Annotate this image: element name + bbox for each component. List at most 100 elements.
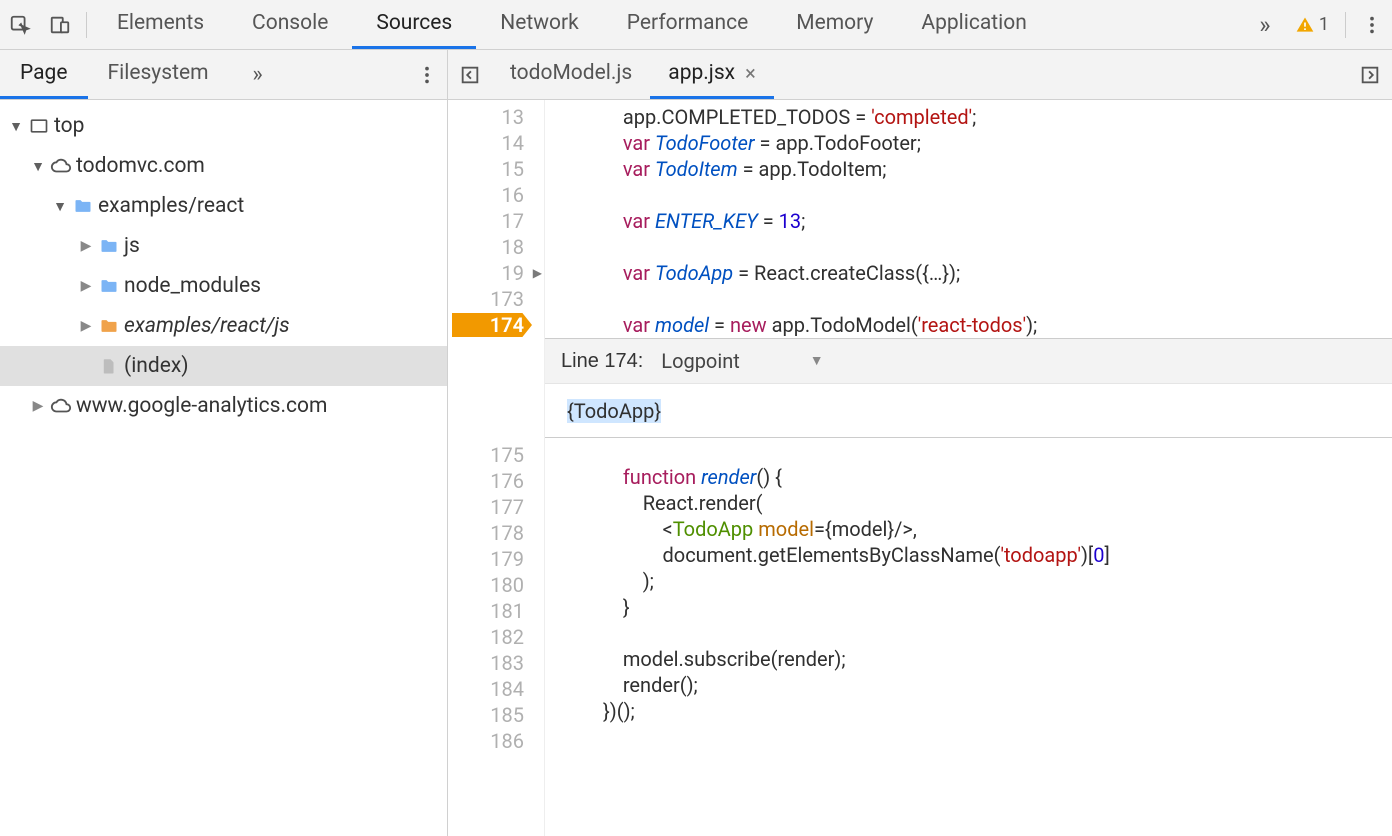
tree-label: (index) — [122, 354, 189, 378]
code-line[interactable]: <TodoApp model={model}/>, — [545, 516, 1392, 542]
line-number[interactable]: 17 — [448, 208, 524, 234]
code-line[interactable]: var TodoItem = app.TodoItem; — [545, 156, 1392, 182]
line-number[interactable]: 178 — [448, 520, 524, 546]
kebab-menu-icon[interactable] — [1352, 0, 1392, 49]
code-line[interactable] — [545, 234, 1392, 260]
code-line[interactable]: var model = new app.TodoModel('react-tod… — [545, 312, 1392, 338]
panel-tab-sources[interactable]: Sources — [352, 0, 476, 49]
code-area[interactable]: app.COMPLETED_TODOS = 'completed'; var T… — [544, 100, 1392, 836]
panel-tab-application[interactable]: Application — [897, 0, 1050, 49]
toggle-debugger-icon[interactable] — [1348, 50, 1392, 99]
line-number[interactable]: 18 — [448, 234, 524, 260]
line-number[interactable]: 14 — [448, 130, 524, 156]
code-line[interactable]: var ENTER_KEY = 13; — [545, 208, 1392, 234]
code-line[interactable] — [545, 620, 1392, 646]
more-tabs-icon[interactable]: » — [1245, 0, 1285, 49]
toggle-device-toolbar-icon[interactable] — [40, 0, 80, 49]
line-number[interactable]: 15 — [448, 156, 524, 182]
line-number[interactable]: 182 — [448, 624, 524, 650]
line-number[interactable]: 173 — [448, 286, 524, 312]
line-number[interactable]: 179 — [448, 546, 524, 572]
panel-tab-performance[interactable]: Performance — [603, 0, 772, 49]
breakpoint-marker[interactable]: 174 — [448, 312, 524, 338]
code-line[interactable] — [545, 286, 1392, 312]
panel-tab-console[interactable]: Console — [228, 0, 352, 49]
nav-tab-filesystem[interactable]: Filesystem — [88, 50, 229, 99]
fold-icon[interactable]: ▶ — [533, 260, 542, 286]
file-tab-label: todoModel.js — [510, 61, 632, 85]
folder-icon — [96, 276, 122, 296]
tree-label: examples/react — [96, 194, 244, 218]
code-editor[interactable]: 13141516171819▶1731741751761771781791801… — [448, 100, 1392, 836]
code-line[interactable]: var TodoFooter = app.TodoFooter; — [545, 130, 1392, 156]
file-tab[interactable]: app.jsx× — [650, 50, 774, 99]
tree-label: todomvc.com — [74, 154, 205, 178]
code-line[interactable]: var TodoApp = React.createClass({…}); — [545, 260, 1392, 286]
breakpoint-type-dropdown[interactable]: Logpoint ▼ — [661, 348, 823, 374]
navigator-tabs: PageFilesystem » — [0, 50, 447, 100]
line-number[interactable]: 177 — [448, 494, 524, 520]
code-line[interactable] — [545, 182, 1392, 208]
cloud-icon — [48, 395, 74, 417]
tree-row-folder[interactable]: ▶ examples/react/js — [0, 306, 447, 346]
tree-label: top — [52, 114, 84, 138]
line-number[interactable]: 184 — [448, 676, 524, 702]
panel-tab-network[interactable]: Network — [476, 0, 603, 49]
code-line[interactable]: })(); — [545, 698, 1392, 724]
navigator-panel: PageFilesystem » ▼ top ▼ todomvc.com ▼ e… — [0, 50, 448, 836]
panel-tab-memory[interactable]: Memory — [772, 0, 897, 49]
tree-row-file[interactable]: (index) — [0, 346, 447, 386]
line-number[interactable]: 19▶ — [448, 260, 524, 286]
logpoint-line-label: Line 174: — [561, 348, 643, 374]
dropdown-label: Logpoint — [661, 348, 740, 374]
tree-row-folder[interactable]: ▶ node_modules — [0, 266, 447, 306]
code-line[interactable]: app.COMPLETED_TODOS = 'completed'; — [545, 104, 1392, 130]
tree-label: node_modules — [122, 274, 261, 298]
line-number[interactable]: 183 — [448, 650, 524, 676]
folder-icon — [96, 236, 122, 256]
file-tree[interactable]: ▼ top ▼ todomvc.com ▼ examples/react ▶ j… — [0, 100, 447, 836]
logpoint-expression-input[interactable]: {TodoApp} — [561, 395, 667, 427]
file-nav-icon[interactable] — [448, 50, 492, 99]
line-number[interactable]: 185 — [448, 702, 524, 728]
nav-tab-page[interactable]: Page — [0, 50, 88, 99]
line-gutter[interactable]: 13141516171819▶1731741751761771781791801… — [448, 100, 544, 836]
line-number[interactable]: 13 — [448, 104, 524, 130]
code-line[interactable]: ); — [545, 568, 1392, 594]
code-line[interactable] — [545, 438, 1392, 464]
line-number[interactable]: 186 — [448, 728, 524, 754]
tree-row-folder[interactable]: ▼ examples/react — [0, 186, 447, 226]
editor-tabs: todoModel.js app.jsx× — [448, 50, 1392, 100]
navigator-menu-icon[interactable] — [407, 50, 447, 99]
file-tab[interactable]: todoModel.js — [492, 50, 650, 99]
main-split: PageFilesystem » ▼ top ▼ todomvc.com ▼ e… — [0, 50, 1392, 836]
tree-row-folder[interactable]: ▶ js — [0, 226, 447, 266]
divider — [86, 12, 87, 38]
code-line[interactable]: model.subscribe(render); — [545, 646, 1392, 672]
line-number[interactable]: 175 — [448, 442, 524, 468]
warnings-badge[interactable]: 1 — [1285, 0, 1339, 49]
line-number[interactable]: 180 — [448, 572, 524, 598]
line-number[interactable]: 176 — [448, 468, 524, 494]
code-line[interactable]: render(); — [545, 672, 1392, 698]
tree-row-top[interactable]: ▼ top — [0, 106, 447, 146]
code-line[interactable]: React.render( — [545, 490, 1392, 516]
more-nav-tabs-icon[interactable]: » — [243, 50, 273, 99]
tree-row-domain[interactable]: ▼ todomvc.com — [0, 146, 447, 186]
line-number[interactable]: 16 — [448, 182, 524, 208]
chevron-down-icon: ▼ — [810, 348, 824, 374]
code-line[interactable]: } — [545, 594, 1392, 620]
close-icon[interactable]: × — [745, 61, 756, 85]
file-icon — [96, 356, 122, 376]
code-line[interactable]: document.getElementsByClassName('todoapp… — [545, 542, 1392, 568]
code-line[interactable] — [545, 724, 1392, 750]
code-line[interactable]: function render() { — [545, 464, 1392, 490]
frame-icon — [26, 116, 52, 136]
line-number[interactable]: 181 — [448, 598, 524, 624]
tree-label: examples/react/js — [122, 314, 290, 338]
tree-row-domain[interactable]: ▶ www.google-analytics.com — [0, 386, 447, 426]
inspect-element-icon[interactable] — [0, 0, 40, 49]
warning-icon — [1295, 15, 1315, 35]
tree-label: js — [122, 234, 140, 258]
panel-tab-elements[interactable]: Elements — [93, 0, 228, 49]
